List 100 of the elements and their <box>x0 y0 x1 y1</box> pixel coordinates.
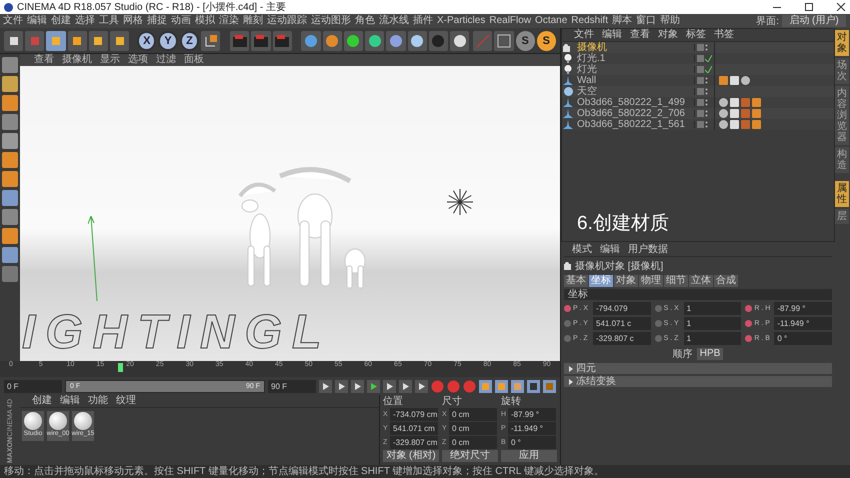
collapsible-group[interactable]: 冻结变换 <box>564 376 832 387</box>
value-field[interactable]: -794.079 <box>593 302 651 315</box>
viewport-menu-item[interactable]: 面板 <box>184 54 204 66</box>
size-mode-dropdown[interactable]: 绝对尺寸 <box>442 450 498 462</box>
object-menu-item[interactable]: 对象 <box>658 29 678 41</box>
value-field[interactable]: 0 ° <box>774 332 832 345</box>
menu-item[interactable]: 渲染 <box>219 15 239 27</box>
menu-item[interactable]: 编辑 <box>27 15 47 27</box>
coordinate-field[interactable]: -11.949 ° <box>508 422 556 435</box>
viewport-menu-item[interactable]: 摄像机 <box>62 54 92 66</box>
keyframe-dot-icon[interactable] <box>564 320 571 327</box>
keyframe-dot-icon[interactable] <box>654 335 662 342</box>
attribute-tab[interactable]: 基本 <box>564 275 588 287</box>
value-field[interactable]: 1 <box>684 317 742 330</box>
render-view-icon[interactable] <box>230 30 250 50</box>
menu-item[interactable]: 插件 <box>413 15 433 27</box>
object-menu-item[interactable]: 查看 <box>630 29 650 41</box>
value-field[interactable]: 1 <box>684 332 742 345</box>
keyframe-dot-icon[interactable] <box>745 320 752 327</box>
collapsible-group[interactable]: 四元 <box>564 363 832 374</box>
menu-item[interactable]: 模拟 <box>195 15 215 27</box>
material-menu-item[interactable]: 创建 <box>32 395 52 407</box>
coordinate-field[interactable]: 541.071 cm <box>390 422 438 435</box>
attribute-tab[interactable]: 物理 <box>639 275 663 287</box>
axis-lock-button[interactable]: X <box>137 30 156 50</box>
keyframe-dot-icon[interactable] <box>654 320 662 327</box>
coordinate-field[interactable]: 0 ° <box>508 436 556 449</box>
menu-item[interactable]: 运动图形 <box>311 15 351 27</box>
keyframe-dot-icon[interactable] <box>745 305 752 312</box>
side-tab[interactable]: 属性 <box>835 181 849 207</box>
playhead-marker[interactable] <box>118 363 123 372</box>
menu-item[interactable]: 窗口 <box>636 15 656 27</box>
menu-item[interactable]: 创建 <box>51 15 71 27</box>
object-menu-item[interactable]: 标签 <box>686 29 706 41</box>
menu-item[interactable]: Redshift <box>571 15 608 27</box>
apply-button[interactable]: 应用 <box>501 450 557 462</box>
side-tab[interactable]: 对象 <box>835 30 849 56</box>
coordinate-system-icon[interactable] <box>201 30 220 50</box>
coordinate-field[interactable]: 0 cm <box>449 422 497 435</box>
coordinate-field[interactable]: -87.99 ° <box>508 408 556 421</box>
value-field[interactable]: -11.949 ° <box>774 317 832 330</box>
start-frame-field[interactable]: 0 F <box>4 380 62 392</box>
value-field[interactable]: 1 <box>684 302 742 315</box>
order-dropdown[interactable]: HPB <box>696 348 724 360</box>
menu-item[interactable]: 运动跟踪 <box>267 15 307 27</box>
attribute-menu-item[interactable]: 模式 <box>572 244 592 256</box>
menu-item[interactable]: 捕捉 <box>147 15 167 27</box>
attribute-menu-item[interactable]: 编辑 <box>600 244 620 256</box>
menu-item[interactable]: 网格 <box>123 15 143 27</box>
layout-dropdown[interactable]: 启动 (用户) <box>782 15 846 27</box>
material-tag-icon[interactable] <box>741 76 750 85</box>
coordinate-field[interactable]: 0 cm <box>449 408 497 421</box>
menu-item[interactable]: 脚本 <box>612 15 632 27</box>
attribute-tab[interactable]: 细节 <box>664 275 688 287</box>
menu-item[interactable]: 角色 <box>355 15 375 27</box>
object-name[interactable]: 灯光.1 <box>574 53 694 64</box>
menu-item[interactable]: X-Particles <box>437 15 486 27</box>
value-field[interactable]: 541.071 c <box>593 317 651 330</box>
keyframe-dot-icon[interactable] <box>564 335 571 342</box>
side-tab[interactable]: 构造 <box>835 147 849 173</box>
menu-item[interactable]: RealFlow <box>489 15 532 27</box>
material-menu-item[interactable]: 功能 <box>88 395 108 407</box>
coordinate-mode-dropdown[interactable]: 对象 (相对) <box>383 450 439 462</box>
attribute-tab[interactable]: 立体 <box>689 275 713 287</box>
coordinate-field[interactable]: -329.807 cm <box>390 436 438 449</box>
menu-item[interactable]: 选择 <box>75 15 95 27</box>
menu-item[interactable]: 雕刻 <box>243 15 263 27</box>
snap-button[interactable]: S <box>516 30 535 50</box>
menu-item[interactable]: 工具 <box>99 15 119 27</box>
keyframe-dot-icon[interactable] <box>564 305 571 312</box>
render-settings-icon[interactable] <box>272 30 292 50</box>
attribute-menu-item[interactable]: 用户数据 <box>628 244 668 256</box>
side-tab[interactable]: 层 <box>835 209 849 224</box>
attribute-tab[interactable]: 合成 <box>714 275 738 287</box>
side-tab[interactable]: 内容浏览器 <box>835 86 849 145</box>
value-field[interactable]: -87.99 ° <box>774 302 832 315</box>
axis-lock-button[interactable]: Z <box>180 30 200 50</box>
phong-tag-icon[interactable] <box>719 76 728 85</box>
checker-tag-icon[interactable] <box>730 76 739 85</box>
viewport-menu-item[interactable]: 选项 <box>128 54 148 66</box>
object-menu-item[interactable]: 编辑 <box>602 29 622 41</box>
viewport-menu-item[interactable]: 显示 <box>100 54 120 66</box>
object-name[interactable]: Ob3d66_580222_1_561 <box>574 119 694 130</box>
coordinate-field[interactable]: 0 cm <box>449 436 497 449</box>
material-menu-item[interactable]: 编辑 <box>60 395 80 407</box>
coordinate-field[interactable]: -734.079 cm <box>390 408 438 421</box>
menu-item[interactable]: 帮助 <box>660 15 680 27</box>
viewport-menu-item[interactable]: 查看 <box>34 54 54 66</box>
viewport-menu-item[interactable]: 过滤 <box>156 54 176 66</box>
menu-item[interactable]: 动画 <box>171 15 191 27</box>
side-tab[interactable]: 场次 <box>835 58 849 84</box>
object-name[interactable]: Ob3d66_580222_1_499 <box>574 97 694 108</box>
object-name[interactable]: Wall <box>574 75 694 86</box>
attribute-tab[interactable]: 对象 <box>614 275 638 287</box>
keyframe-dot-icon[interactable] <box>745 335 752 342</box>
grid-icon[interactable] <box>494 30 514 50</box>
menu-item[interactable]: Octane <box>535 15 568 27</box>
value-field[interactable]: -329.807 c <box>593 332 651 345</box>
material-menu-item[interactable]: 纹理 <box>116 395 136 407</box>
render-picture-icon[interactable] <box>251 30 271 50</box>
